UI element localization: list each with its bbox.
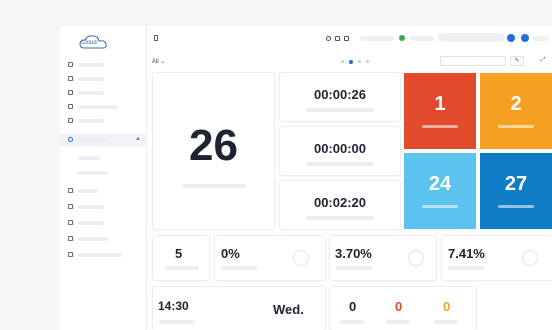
stat-value: 5 (175, 246, 183, 261)
clock-card: 14:30 Wed. (153, 287, 325, 330)
edit-button[interactable]: ✎ (510, 56, 524, 66)
document-icon[interactable] (154, 35, 158, 41)
stat-card: 7.41% (442, 236, 552, 280)
grid-icon (68, 76, 73, 81)
monitor-icon (68, 118, 73, 123)
status-pill (360, 36, 394, 41)
carousel-dots[interactable] (341, 59, 369, 64)
chat-icon (68, 90, 73, 95)
sidebar-item-10[interactable] (60, 248, 147, 262)
timer-value: 00:00:26 (313, 87, 367, 102)
dashboard-toolbar: All ⌄ ✎ ⤢ (148, 56, 552, 68)
sidebar-item-7[interactable] (60, 200, 147, 214)
submenu-item-1[interactable] (78, 156, 100, 160)
sidebar-item-6[interactable] (60, 184, 147, 198)
sidebar-item-3[interactable] (60, 86, 147, 100)
link-icon (68, 204, 73, 209)
search-input[interactable] (440, 56, 506, 66)
page-dot-active[interactable] (349, 59, 353, 64)
list-icon (68, 236, 73, 241)
expand-button[interactable]: ⤢ (536, 56, 550, 66)
phone-icon[interactable] (507, 34, 515, 42)
status-tile[interactable]: 2 (480, 73, 552, 149)
headset-icon (68, 137, 73, 142)
clock-day: Wed. (273, 302, 304, 317)
sidebar-item-1[interactable] (60, 58, 147, 72)
stat-value: 7.41% (448, 246, 485, 261)
status-tile[interactable]: 1 (404, 73, 476, 149)
count-value: 0 (349, 299, 357, 314)
main-counter-value: 26 (189, 121, 238, 170)
calendar-icon[interactable] (335, 36, 340, 41)
stat-card: 5 (153, 236, 209, 280)
page-dot[interactable] (341, 60, 344, 63)
timer-value: 00:00:00 (313, 141, 367, 156)
help-icon[interactable] (326, 36, 331, 41)
settings-icon (68, 252, 73, 257)
shield-icon (68, 104, 73, 109)
main-counter-card: 26 (153, 73, 274, 229)
sidebar-item-4[interactable] (60, 100, 147, 114)
filter-dropdown[interactable]: All ⌄ (152, 58, 165, 65)
online-status-icon (399, 35, 405, 41)
screen-icon[interactable] (344, 36, 349, 41)
sidebar-item-2[interactable] (60, 72, 147, 86)
status-tile-value: 24 (428, 173, 452, 195)
timer-card: 00:00:26 (280, 73, 400, 121)
status-tile-value: 27 (504, 173, 528, 195)
sidebar: Cloud ▲ (60, 26, 147, 330)
sidebar-item-8[interactable] (60, 216, 147, 230)
status-tile[interactable]: 27 (480, 153, 552, 229)
counts-card: 0 0 0 (330, 287, 476, 330)
user-name[interactable] (533, 36, 549, 41)
stat-card: 3.70% (330, 236, 436, 280)
chevron-up-icon: ▲ (135, 136, 141, 142)
status-tile-value: 2 (510, 93, 522, 115)
logo-text: Cloud (81, 40, 97, 46)
stat-value: 3.70% (335, 246, 372, 261)
sidebar-item-5[interactable] (60, 114, 147, 128)
submenu-item-2[interactable] (78, 171, 108, 175)
report-icon (68, 188, 73, 193)
timer-value: 00:02:20 (313, 195, 367, 210)
timer-card: 00:02:20 (280, 181, 400, 229)
status-tile-value: 1 (434, 93, 446, 115)
sidebar-item-active[interactable]: ▲ (60, 133, 147, 147)
sidebar-item-9[interactable] (60, 232, 147, 246)
status-tile[interactable]: 24 (404, 153, 476, 229)
status-text (410, 36, 434, 41)
timer-card: 00:00:00 (280, 127, 400, 175)
progress-ring (408, 250, 424, 266)
avatar[interactable] (521, 34, 529, 42)
folder-icon (68, 62, 73, 67)
top-bar (148, 28, 552, 48)
stat-value: 0% (221, 246, 240, 261)
progress-ring (522, 250, 538, 266)
count-value: 0 (395, 299, 403, 314)
user-field[interactable] (438, 33, 504, 42)
progress-ring (293, 250, 309, 266)
lock-icon (68, 220, 73, 225)
page-dot[interactable] (366, 60, 369, 63)
page-dot[interactable] (358, 60, 361, 63)
clock-time: 14:30 (158, 299, 189, 313)
count-value: 0 (443, 299, 451, 314)
stat-card: 0% (215, 236, 325, 280)
